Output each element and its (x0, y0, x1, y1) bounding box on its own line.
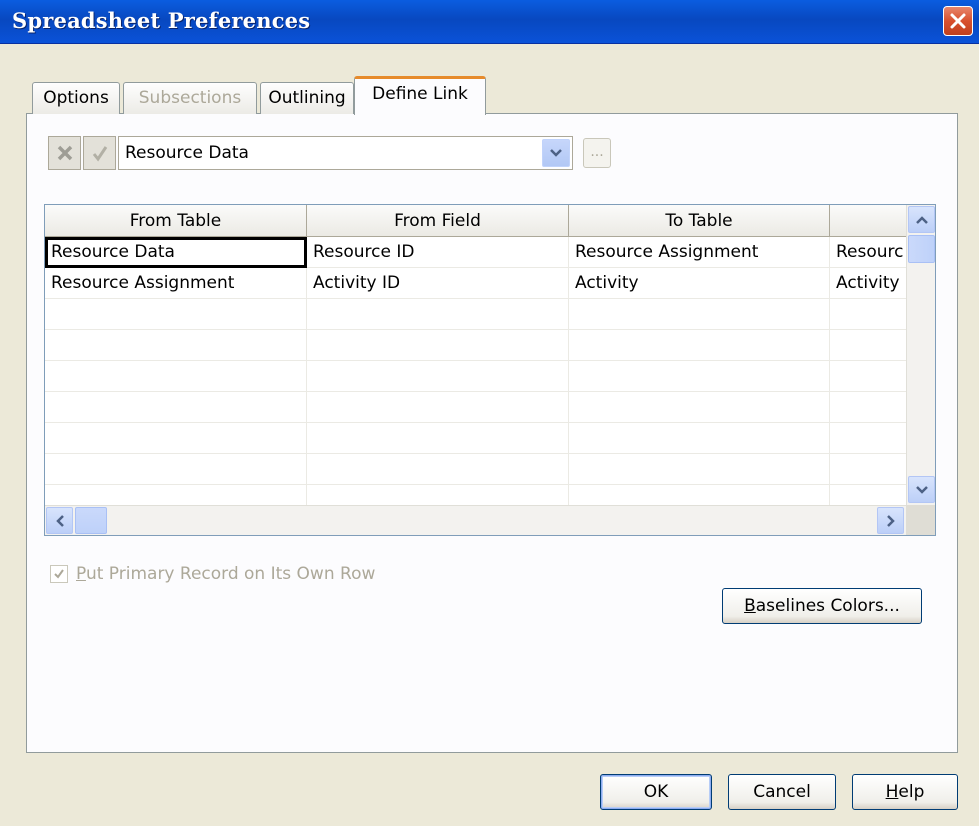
link-grid[interactable]: From Table From Field To Table Resource … (44, 204, 936, 536)
grid-cell[interactable]: Resource Data (45, 237, 307, 268)
grid-cell[interactable]: Resource Assignment (569, 237, 830, 268)
close-button[interactable] (943, 6, 973, 36)
grid-cell[interactable] (45, 361, 307, 392)
scroll-left-button[interactable] (46, 507, 73, 534)
chevron-up-icon (915, 215, 928, 224)
table-row[interactable] (45, 392, 907, 423)
grid-header: From Table From Field To Table (45, 205, 907, 237)
grid-cell[interactable] (307, 330, 569, 361)
link-select-value: Resource Data (125, 143, 249, 163)
grid-cell[interactable] (45, 423, 307, 454)
horizontal-scroll-thumb[interactable] (75, 507, 107, 534)
check-icon (92, 146, 107, 162)
column-header-to-table[interactable]: To Table (569, 205, 830, 237)
grid-cell[interactable] (569, 299, 830, 330)
table-row[interactable] (45, 423, 907, 454)
grid-cell[interactable] (307, 423, 569, 454)
table-row[interactable] (45, 330, 907, 361)
dropdown-arrow[interactable] (542, 139, 570, 167)
grid-cell[interactable] (569, 361, 830, 392)
scroll-right-button[interactable] (877, 507, 904, 534)
check-icon (54, 569, 64, 579)
help-button[interactable]: Help (852, 774, 958, 810)
tab-define-link[interactable]: Define Link (354, 76, 486, 115)
close-icon (950, 13, 966, 29)
chevron-left-icon (55, 514, 64, 527)
tab-options[interactable]: Options (32, 82, 120, 114)
scrollbar-corner (906, 505, 935, 535)
cancel-edit-button[interactable] (48, 136, 81, 170)
grid-cell[interactable] (569, 454, 830, 485)
table-row[interactable] (45, 454, 907, 485)
vertical-scrollbar[interactable] (906, 205, 935, 505)
grid-cell[interactable] (45, 330, 307, 361)
grid-cell[interactable] (569, 392, 830, 423)
grid-cell[interactable]: Resourc (830, 237, 907, 268)
vertical-scroll-thumb[interactable] (908, 235, 935, 263)
grid-cell[interactable] (569, 423, 830, 454)
scroll-up-button[interactable] (908, 206, 935, 233)
put-primary-label: Put Primary Record on Its Own Row (76, 564, 376, 584)
confirm-edit-button[interactable] (83, 136, 116, 170)
ok-button[interactable]: OK (600, 774, 712, 810)
grid-cell[interactable]: Activity (830, 268, 907, 299)
column-header-from-table[interactable]: From Table (45, 205, 307, 237)
grid-cell[interactable]: Activity (569, 268, 830, 299)
ellipsis-button[interactable]: ... (583, 138, 611, 168)
chevron-down-icon (550, 149, 562, 157)
table-row[interactable]: Resource Data Resource ID Resource Assig… (45, 237, 907, 268)
grid-cell[interactable] (45, 392, 307, 423)
column-header-to-field[interactable] (830, 205, 907, 237)
table-row[interactable]: Resource Assignment Activity ID Activity… (45, 268, 907, 299)
link-select[interactable]: Resource Data (118, 136, 573, 170)
grid-cell[interactable] (307, 392, 569, 423)
horizontal-scrollbar[interactable] (45, 505, 907, 535)
title-bar: Spreadsheet Preferences (0, 0, 979, 44)
table-row[interactable] (45, 299, 907, 330)
tab-outlining[interactable]: Outlining (260, 82, 354, 114)
grid-cell[interactable] (45, 454, 307, 485)
chevron-right-icon (886, 514, 895, 527)
window-title: Spreadsheet Preferences (12, 8, 311, 33)
grid-cell[interactable]: Resource ID (307, 237, 569, 268)
table-row[interactable] (45, 361, 907, 392)
scroll-down-button[interactable] (908, 476, 935, 503)
baselines-colors-button[interactable]: Baselines Colors... (722, 588, 922, 624)
tab-subsections[interactable]: Subsections (123, 82, 257, 114)
grid-cell[interactable] (569, 330, 830, 361)
grid-cell[interactable] (307, 454, 569, 485)
cancel-button[interactable]: Cancel (728, 774, 836, 810)
x-icon (57, 145, 72, 161)
grid-cell[interactable]: Activity ID (307, 268, 569, 299)
grid-cell[interactable] (307, 361, 569, 392)
column-header-from-field[interactable]: From Field (307, 205, 569, 237)
put-primary-checkbox[interactable] (50, 565, 68, 583)
grid-cell[interactable] (45, 299, 307, 330)
chevron-down-icon (915, 485, 928, 494)
grid-cell[interactable]: Resource Assignment (45, 268, 307, 299)
grid-cell[interactable] (307, 299, 569, 330)
